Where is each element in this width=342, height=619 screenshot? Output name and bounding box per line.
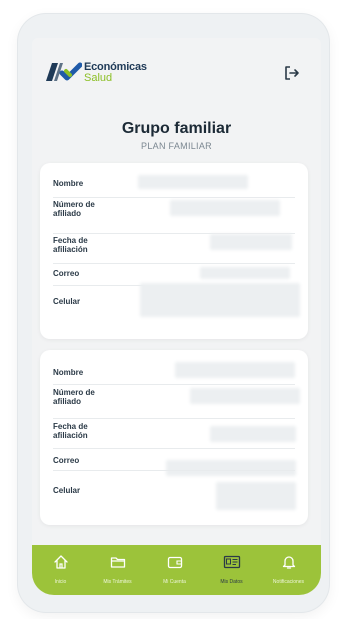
name-label: Nombre	[53, 179, 84, 188]
email-value-redacted	[200, 267, 290, 279]
id-card-icon	[223, 555, 240, 569]
name-label: Nombre	[53, 368, 84, 377]
divider	[53, 418, 295, 419]
affiliation-date-value-redacted	[210, 234, 292, 250]
logo-mark-icon	[46, 62, 82, 81]
nav-label: Mis Trámites	[103, 579, 132, 585]
affiliation-date-label: Fecha de afiliación	[53, 236, 88, 254]
member-card: Nombre Número de afiliado Fecha de afili…	[40, 350, 308, 525]
mobile-value-redacted	[216, 482, 296, 510]
page-title: Grupo familiar	[121, 120, 232, 137]
mobile-value-redacted	[140, 283, 300, 317]
nav-label: Mis Datos	[220, 579, 243, 585]
member-card: Nombre Número de afiliado Fecha de afili…	[40, 163, 308, 339]
nav-label: Notificaciones	[272, 579, 305, 585]
email-label: Correo	[53, 269, 80, 278]
page-subtitle: PLAN FAMILIAR	[141, 141, 212, 151]
divider	[53, 384, 295, 385]
nav-item-inicio[interactable]: Inicio	[32, 545, 89, 595]
affiliation-date-label: Fecha de afiliación	[53, 422, 88, 440]
affiliate-number-value-redacted	[170, 200, 280, 216]
divider	[53, 197, 295, 198]
affiliate-number-label: Número de afiliado	[53, 200, 95, 218]
mobile-label: Celular	[53, 297, 81, 306]
affiliate-number-value-redacted	[190, 388, 300, 404]
bottom-nav: Inicio Mis Trámites Mi Cuenta Mis Datos	[32, 545, 321, 595]
divider	[53, 470, 295, 471]
affiliate-number-label: Número de afiliado	[53, 388, 95, 406]
mobile-label: Celular	[53, 486, 81, 495]
affiliation-date-value-redacted	[210, 426, 296, 442]
name-value-redacted	[138, 175, 248, 189]
nav-item-datos[interactable]: Mis Datos	[203, 545, 260, 595]
email-value-redacted	[166, 460, 296, 476]
nav-item-tramites[interactable]: Mis Trámites	[89, 545, 146, 595]
logout-icon[interactable]	[283, 64, 301, 82]
nav-label: Inicio	[54, 579, 67, 585]
name-value-redacted	[175, 362, 295, 378]
divider	[53, 263, 295, 264]
nav-label: Mi Cuenta	[163, 579, 186, 585]
brand-logo: Económicas Salud	[44, 59, 164, 85]
folder-icon	[110, 557, 125, 568]
bell-icon	[282, 556, 295, 569]
email-label: Correo	[53, 456, 80, 465]
nav-item-notificaciones[interactable]: Notificaciones	[260, 545, 317, 595]
logo-text-secondary: Salud	[84, 72, 113, 84]
nav-item-cuenta[interactable]: Mi Cuenta	[146, 545, 203, 595]
app-screen: Económicas Salud Grupo familiar PLAN FAM…	[32, 38, 321, 595]
wallet-icon	[167, 556, 182, 569]
home-icon	[53, 555, 68, 569]
divider	[53, 448, 295, 449]
